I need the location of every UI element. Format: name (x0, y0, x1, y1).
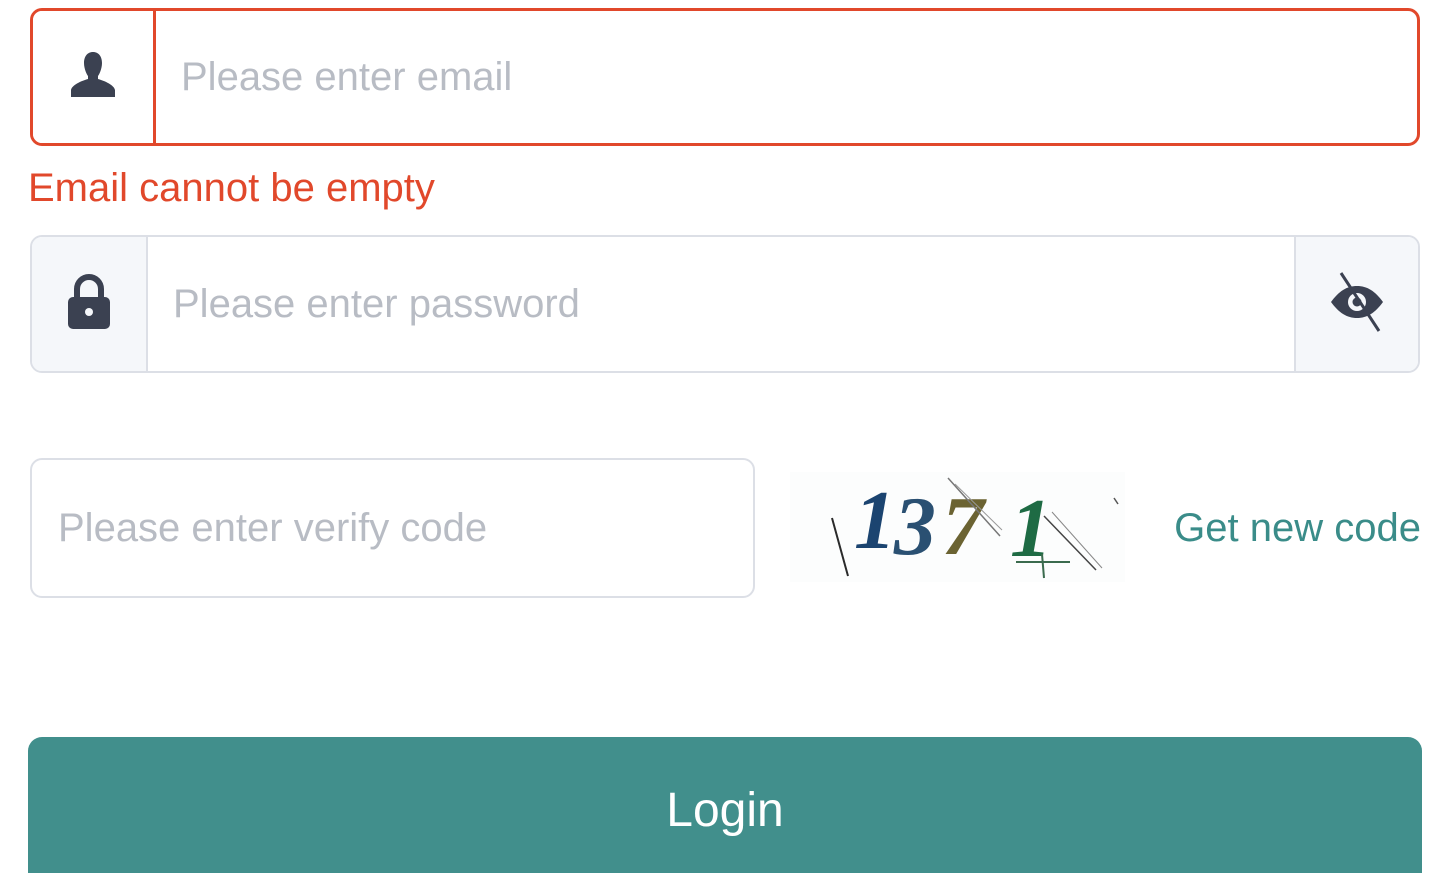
svg-text:3: 3 (893, 480, 936, 573)
email-input[interactable] (156, 11, 1417, 143)
svg-text:1: 1 (854, 474, 896, 567)
lock-icon (66, 273, 112, 335)
get-new-code-link[interactable]: Get new code (1174, 504, 1421, 552)
verify-code-input[interactable] (30, 458, 755, 598)
login-button-label: Login (666, 784, 784, 837)
toggle-password-visibility[interactable] (1294, 237, 1418, 371)
password-input[interactable] (148, 237, 1294, 371)
captcha-image[interactable]: 1 3 7 1 (790, 472, 1125, 582)
email-input-group (30, 8, 1420, 146)
email-error-message: Email cannot be empty (28, 166, 435, 210)
eye-slash-icon (1327, 269, 1387, 340)
password-input-group (30, 235, 1420, 373)
login-button[interactable]: Login (28, 737, 1422, 873)
password-prepend (32, 237, 148, 371)
user-icon (68, 50, 118, 105)
email-prepend (33, 11, 156, 143)
